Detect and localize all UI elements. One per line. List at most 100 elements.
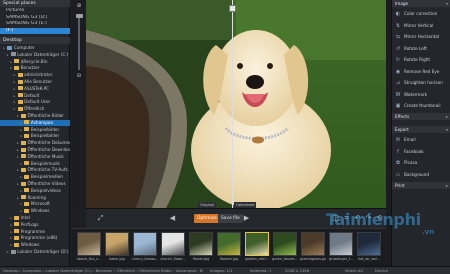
tree-node[interactable]: ▸Öffentliche Downloads xyxy=(0,147,70,153)
collapse-chevron-icon[interactable]: ▾ xyxy=(446,126,448,133)
tree-node[interactable]: ▸ Beispielmusik xyxy=(0,161,70,167)
tree-node[interactable]: ▸ Intel xyxy=(0,215,70,221)
fullscreen-icon[interactable]: ⤢ xyxy=(96,214,105,223)
folder-tree-header[interactable]: Desktop xyxy=(0,37,70,44)
tree-node[interactable]: ▸ Beispielvideos xyxy=(0,188,70,194)
email-tool[interactable]: ✉ Email xyxy=(392,135,450,145)
tree-node[interactable]: ▸ Ashampoo xyxy=(0,119,70,127)
divider-handle[interactable] xyxy=(229,5,236,12)
expand-chevron-icon[interactable]: ▸ xyxy=(446,182,448,189)
thumbnail-tool[interactable]: ▣ Create thumbnail xyxy=(392,101,450,111)
tree-node[interactable]: ▸ Alle Benutzer xyxy=(0,79,70,85)
expand-arrow-icon[interactable]: ▸ xyxy=(14,72,18,78)
export-section-header[interactable]: Export ▾ xyxy=(392,126,450,133)
filmstrip-thumbnail[interactable]: greenagrass.jpg xyxy=(300,232,326,266)
tree-node[interactable]: ▸ Öffentliche Bilder xyxy=(0,113,70,119)
zoom-slider-track[interactable] xyxy=(78,14,80,70)
collapse-chevron-icon[interactable]: ▾ xyxy=(446,0,448,7)
expand-arrow-icon[interactable]: ▸ xyxy=(14,93,18,99)
watermark-tool[interactable]: W Watermark xyxy=(392,90,450,100)
save-file-button[interactable]: Save file xyxy=(218,214,243,223)
rotate-right-tool[interactable]: ↻ Rotate Right xyxy=(392,55,450,65)
tree-node[interactable]: ▸ Programme (x86) xyxy=(0,235,70,241)
zoom-slider-handle[interactable] xyxy=(75,14,83,18)
picasa-tool[interactable]: ✿ Picasa xyxy=(392,158,450,168)
device-link[interactable]: Device xyxy=(375,267,388,274)
rotate-left-tool[interactable]: ↺ Rotate Left xyxy=(392,44,450,54)
tree-node[interactable]: ▸ Benutzer xyxy=(0,65,70,71)
crop-icon[interactable]: ⌗ xyxy=(342,214,351,223)
red-eye-tool[interactable]: ◉ Remove Red Eye xyxy=(392,67,450,77)
undo-icon[interactable]: ↶ xyxy=(353,214,362,223)
color-correction-tool[interactable]: ◐ Color correction xyxy=(392,9,450,19)
tree-node[interactable]: ▸ Öffentlich xyxy=(0,106,70,112)
expand-arrow-icon[interactable]: ▸ xyxy=(14,106,18,112)
print-section-title: Print xyxy=(395,183,405,188)
tree-node[interactable]: ▸ Beispielmedien xyxy=(0,174,70,180)
filmstrip-thumbnail[interactable]: flowers.jpg xyxy=(216,232,242,266)
tree-node[interactable]: ▸ Lokaler Datenträger (D:) xyxy=(0,249,70,255)
next-arrow-icon[interactable]: ▶ xyxy=(242,214,251,223)
filmstrip-thumbnail[interactable]: green_leaves... xyxy=(272,232,298,266)
filmstrip-thumbnail[interactable]: baker.jpg xyxy=(104,232,130,266)
tree-node[interactable]: ▸ Computer xyxy=(0,45,70,51)
filmstrip: above_the_c... baker.jpg cherry_blosso... c… xyxy=(72,228,386,266)
image-viewer[interactable]: Original Optimized xyxy=(86,0,386,208)
special-place-item[interactable]: (F:) xyxy=(0,27,70,34)
tree-node[interactable]: ▸ Windows xyxy=(0,242,70,248)
facebook-tool[interactable]: f Facebook xyxy=(392,147,450,157)
straighten-tool[interactable]: ⊿ Straighten horizon xyxy=(392,78,450,88)
tree-node[interactable]: ▸ Öffentliche Videos xyxy=(0,181,70,187)
folder-icon xyxy=(21,181,26,186)
optimize-button[interactable]: Optimize xyxy=(194,214,220,223)
select-all-link[interactable]: Select All xyxy=(345,267,363,274)
special-place-item[interactable]: SAMSUNG G3 (D:) xyxy=(0,15,70,21)
tree-node[interactable]: ▸ Beispielbilder xyxy=(0,127,70,133)
tree-node[interactable]: ▸ Roaming xyxy=(0,195,70,201)
previous-arrow-icon[interactable]: ◀ xyxy=(168,214,177,223)
tree-node[interactable]: ▸ Öffentliche TV-Aufz. xyxy=(0,167,70,173)
filmstrip-thumbnail[interactable]: above_the_c... xyxy=(76,232,102,266)
tree-node[interactable]: ▸ Microsoft xyxy=(0,201,70,207)
reset-icon[interactable]: ⟲ xyxy=(375,214,384,223)
thumbnail-caption: flowers.jpg xyxy=(219,257,239,261)
tree-node[interactable]: ▸Öffentliche Dokumente xyxy=(0,140,70,146)
zoom-in-icon[interactable]: ⊕ xyxy=(75,2,83,10)
expand-chevron-icon[interactable]: ▸ xyxy=(446,113,448,120)
tree-node[interactable]: ▸ ASUSTeK-PC xyxy=(0,86,70,92)
expand-arrow-icon[interactable]: ▸ xyxy=(14,86,18,92)
special-places-header[interactable]: Special places xyxy=(0,0,70,7)
print-section-header[interactable]: Print ▸ xyxy=(392,182,450,189)
filmstrip-thumbnail[interactable]: church_flowe... xyxy=(160,232,186,266)
filmstrip-thumbnail[interactable]: cherry_blosso... xyxy=(132,232,158,266)
filmstrip-thumbnail[interactable]: golden_retri... xyxy=(244,232,270,266)
tree-node[interactable]: ▸ Lokaler Datenträger (C:) xyxy=(0,52,70,58)
tree-node[interactable]: ▸ PerfLogs xyxy=(0,222,70,228)
effects-section-header[interactable]: Effects ▸ xyxy=(392,113,450,120)
mirror-horizontal-tool[interactable]: ⇆ Mirror Horizontal xyxy=(392,32,450,42)
tree-node[interactable]: ▸ Default xyxy=(0,93,70,99)
filmstrip-thumbnail[interactable]: flower.jpg xyxy=(188,232,214,266)
special-place-item[interactable]: SAMSUNG G3 (E:) xyxy=(0,21,70,27)
tree-node[interactable]: ▸ Beispielbilder xyxy=(0,133,70,139)
compare-icon[interactable]: ◫ xyxy=(331,214,340,223)
expand-arrow-icon[interactable]: ▸ xyxy=(14,79,18,85)
redo-icon[interactable]: ↷ xyxy=(364,214,373,223)
status-path[interactable]: Desktop › Computer › Lokaler Datenträger… xyxy=(3,267,203,274)
tree-node[interactable]: ▸ Öffentliche Musik xyxy=(0,154,70,160)
zoom-out-icon[interactable]: ⊖ xyxy=(75,72,83,80)
tree-node[interactable]: ▸ administrator xyxy=(0,72,70,78)
special-place-item[interactable]: Pictures xyxy=(0,8,70,14)
filmstrip-thumbnail[interactable]: grossinger_f... xyxy=(328,232,354,266)
tree-node[interactable]: ▸ Programme xyxy=(0,229,70,235)
filmstrip-thumbnail[interactable]: hot_air_bal... xyxy=(356,232,382,266)
tree-node[interactable]: ▸ $Recycle.Bin xyxy=(0,59,70,65)
tree-node[interactable]: ▸ Windows xyxy=(0,208,70,214)
mirror-vertical-tool[interactable]: ⇅ Mirror Vertical xyxy=(392,21,450,31)
app-window: Special places Pictures SAMSUNG G3 (D:) SA… xyxy=(0,0,450,274)
tree-node[interactable]: ▸ Default User xyxy=(0,99,70,105)
background-tool[interactable]: ▭ Background xyxy=(392,170,450,180)
expand-arrow-icon[interactable]: ▸ xyxy=(14,99,18,105)
image-section-header[interactable]: Image ▾ xyxy=(392,0,450,7)
before-after-divider[interactable] xyxy=(232,0,233,208)
